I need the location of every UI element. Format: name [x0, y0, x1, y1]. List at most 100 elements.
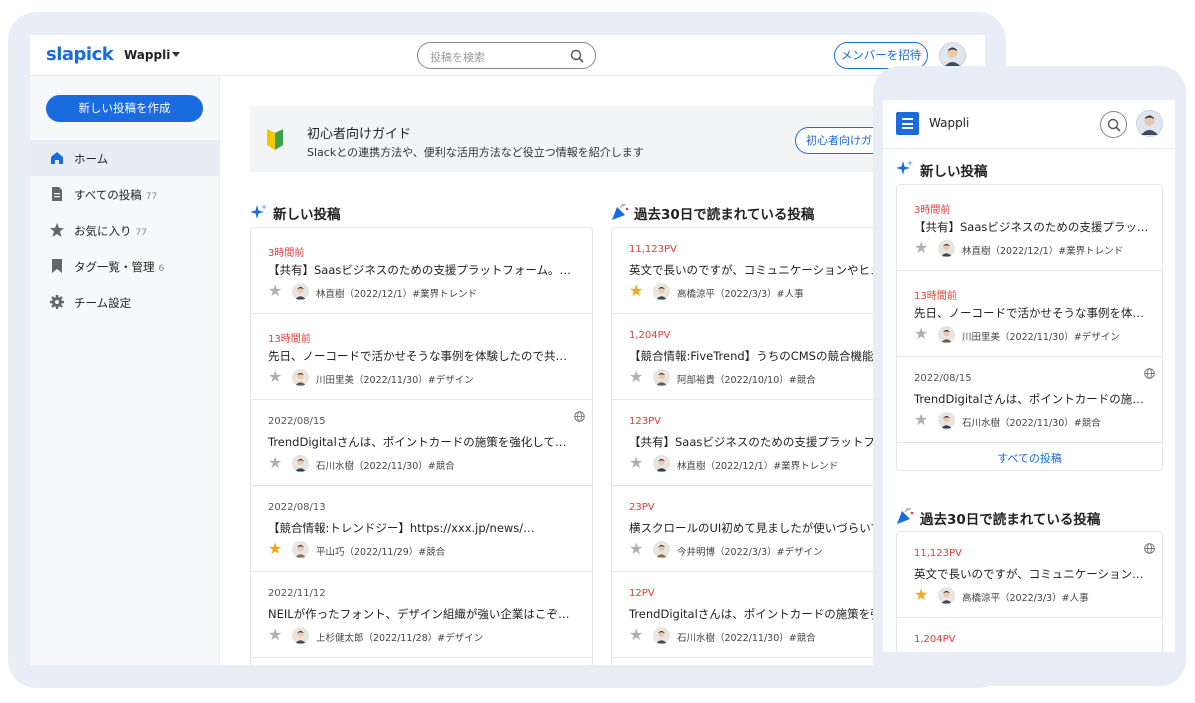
- sidebar-item-label: お気に入り: [74, 224, 132, 238]
- post-byline: 林直樹（2022/12/1）#業界トレンド: [316, 289, 478, 300]
- star-icon[interactable]: ★: [914, 412, 928, 428]
- author-avatar: [938, 412, 955, 429]
- star-icon[interactable]: ★: [629, 455, 643, 471]
- sidebar-item-tags[interactable]: タグ一覧・管理 6: [30, 248, 220, 284]
- post-byline: 石川水樹（2022/11/30）#競合: [962, 418, 1101, 429]
- post-stat: 23PV: [629, 502, 655, 513]
- author-avatar: [653, 455, 670, 472]
- sparkle-icon: [250, 204, 267, 219]
- gear-icon: [50, 295, 64, 309]
- post-byline: 阿部裕貴（2022/10/10）#競合: [677, 375, 816, 386]
- invite-member-button[interactable]: メンバーを招待: [834, 42, 928, 69]
- beginner-mark-icon: [267, 129, 283, 150]
- post-card[interactable]: 13時間前先日、ノーコードで活かせそうな事例を体験したので共有します。… ★ 川田里…: [251, 314, 592, 400]
- globe-icon: [1144, 539, 1155, 554]
- all-posts-link[interactable]: すべての投稿: [897, 450, 1162, 466]
- document-icon: [52, 187, 62, 201]
- post-card[interactable]: 3時間前【共有】Saasビジネスのための支援プラットフォ… ★ 林直樹（2022/1…: [897, 185, 1162, 271]
- post-title[interactable]: 先日、ノーコードで活かせそうな事例を体験した…: [914, 305, 1149, 321]
- post-title[interactable]: 【共有】Saasビジネスのための支援プラットフォーム。…: [268, 262, 573, 278]
- guide-title: 初心者向けガイド: [307, 127, 412, 142]
- star-icon: [50, 223, 64, 237]
- post-card[interactable]: 2022/08/13 【競合情報:トレンドジー】https://xxx.jp/ne…: [251, 486, 592, 572]
- post-card[interactable]: 2022/11/12 NEILが作ったフォント、デザイン組織が強い企業はこぞって作…: [251, 572, 592, 658]
- author-avatar: [653, 627, 670, 644]
- post-title[interactable]: 英文で長いのですが、コミュニケーションやヒュ…: [914, 566, 1149, 582]
- post-byline: 石川水樹（2022/11/30）#競合: [677, 633, 816, 644]
- chevron-down-icon[interactable]: [172, 52, 180, 57]
- post-card[interactable]: 11,123PV 英文で長いのですが、コミュニケーションやヒュ… ★ 高橋涼平（202…: [897, 532, 1162, 618]
- star-icon[interactable]: ★: [914, 240, 928, 256]
- search-input[interactable]: 投稿を検索: [417, 42, 596, 69]
- author-avatar: [653, 369, 670, 386]
- mobile-workspace-name[interactable]: Wappli: [929, 116, 969, 130]
- post-byline: 川田里美（2022/11/30）#デザイン: [316, 375, 474, 386]
- home-icon: [51, 152, 63, 164]
- mobile-search-button[interactable]: [1100, 111, 1127, 138]
- star-icon[interactable]: ★: [629, 283, 643, 299]
- post-date: 2022/08/13: [268, 502, 326, 513]
- user-avatar[interactable]: [939, 42, 966, 69]
- post-stat: 1,204PV: [914, 634, 956, 645]
- sidebar-item-all-posts[interactable]: すべての投稿 77: [30, 176, 220, 212]
- author-avatar: [938, 587, 955, 604]
- post-title[interactable]: TrendDigitalさんは、ポイントカードの施策を強化しているん…: [268, 434, 573, 450]
- author-avatar: [938, 240, 955, 257]
- sidebar-item-label: タグ一覧・管理: [74, 260, 155, 274]
- party-popper-icon: [612, 203, 629, 220]
- star-icon[interactable]: ★: [268, 627, 282, 643]
- search-icon: [1107, 118, 1121, 132]
- star-icon[interactable]: ★: [629, 369, 643, 385]
- new-post-button[interactable]: 新しい投稿を作成: [46, 95, 203, 122]
- desktop-screen: slapick Wappli 投稿を検索 メンバーを招待 新しい投稿を作成 ホー…: [30, 35, 985, 665]
- new-posts-heading: 新しい投稿: [273, 207, 341, 223]
- sidebar-item-count: 77: [135, 228, 147, 238]
- post-title[interactable]: 【競合情報:トレンドジー】https://xxx.jp/news/…: [268, 520, 573, 536]
- post-stat: 13時間前: [268, 334, 311, 345]
- workspace-name[interactable]: Wappli: [124, 48, 170, 62]
- post-title[interactable]: 先日、ノーコードで活かせそうな事例を体験したので共有します。…: [268, 348, 573, 364]
- author-avatar: [938, 326, 955, 343]
- popular-posts-heading: 過去30日で読まれている投稿: [634, 207, 815, 223]
- bookmark-icon: [52, 259, 62, 273]
- post-date: 2022/08/15: [914, 373, 972, 384]
- author-avatar: [653, 283, 670, 300]
- hamburger-menu-icon[interactable]: [896, 112, 919, 135]
- top-bar: slapick Wappli 投稿を検索 メンバーを招待: [30, 35, 985, 76]
- author-avatar: [292, 627, 309, 644]
- star-icon[interactable]: ★: [268, 541, 282, 557]
- post-byline: 平山巧（2022/11/29）#競合: [316, 547, 446, 558]
- party-popper-icon: [897, 507, 914, 524]
- star-icon[interactable]: ★: [629, 627, 643, 643]
- author-avatar: [292, 283, 309, 300]
- post-date: 2022/08/15: [268, 416, 326, 427]
- star-icon[interactable]: ★: [268, 455, 282, 471]
- star-icon[interactable]: ★: [914, 587, 928, 603]
- sidebar-item-favorites[interactable]: お気に入り 77: [30, 212, 220, 248]
- star-icon[interactable]: ★: [268, 369, 282, 385]
- app-logo[interactable]: slapick: [46, 44, 114, 65]
- post-card[interactable]: 1,204PV: [897, 618, 1162, 652]
- post-byline: 川田里美（2022/11/30）#デザイン: [962, 332, 1120, 343]
- new-posts-list: 3時間前 【共有】Saasビジネスのための支援プラットフォーム。… ★ 林直樹（202…: [250, 227, 593, 665]
- star-icon[interactable]: ★: [629, 541, 643, 557]
- post-title[interactable]: TrendDigitalさんは、ポイントカードの施策を…: [914, 391, 1149, 407]
- star-icon[interactable]: ★: [268, 283, 282, 299]
- post-byline: 石川水樹（2022/11/30）#競合: [316, 461, 455, 472]
- sidebar-item-team-settings[interactable]: チーム設定: [30, 284, 220, 320]
- post-title[interactable]: NEILが作ったフォント、デザイン組織が強い企業はこぞって作っ…: [268, 606, 573, 622]
- post-stat: 123PV: [629, 416, 661, 427]
- post-card[interactable]: 2022/08/15 TrendDigitalさんは、ポイントカードの施策を強化し…: [251, 400, 592, 486]
- post-card[interactable]: 2022/08/15 TrendDigitalさんは、ポイントカードの施策を… ★ 石…: [897, 357, 1162, 443]
- user-avatar[interactable]: [1136, 110, 1163, 137]
- post-title[interactable]: 【共有】Saasビジネスのための支援プラットフォ…: [914, 219, 1149, 235]
- author-avatar: [653, 541, 670, 558]
- post-card[interactable]: 3時間前 【共有】Saasビジネスのための支援プラットフォーム。… ★ 林直樹（202…: [251, 228, 592, 314]
- sidebar-item-home[interactable]: ホーム: [30, 140, 220, 176]
- post-stat: 3時間前: [914, 205, 951, 216]
- post-card[interactable]: 13時間前先日、ノーコードで活かせそうな事例を体験した… ★ 川田里美（2022/1…: [897, 271, 1162, 357]
- sidebar-item-count: 77: [145, 192, 158, 202]
- author-avatar: [292, 369, 309, 386]
- star-icon[interactable]: ★: [914, 326, 928, 342]
- sidebar-item-count: 6: [158, 264, 165, 274]
